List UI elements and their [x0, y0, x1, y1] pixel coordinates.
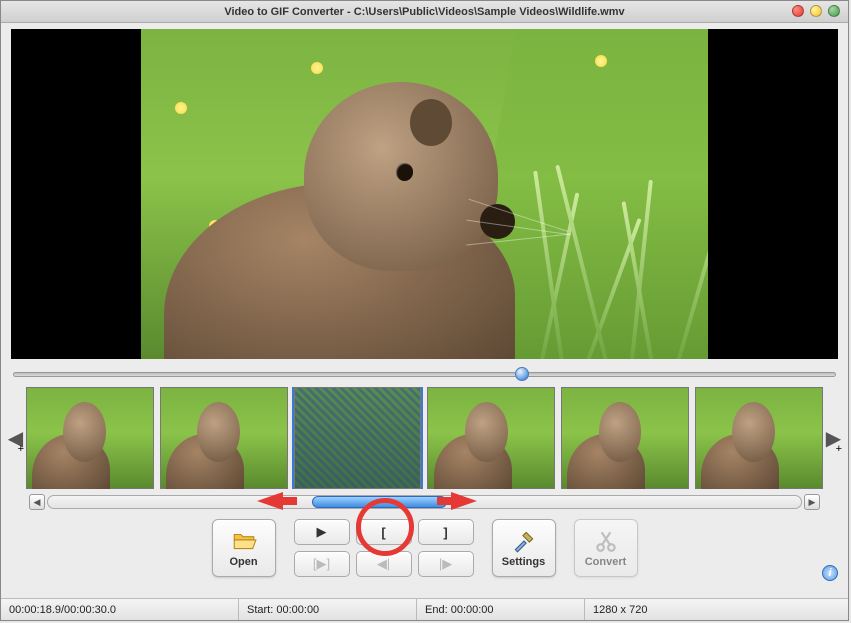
prev-frame-button[interactable]: ◀|	[356, 551, 412, 577]
preview-letterbox-right	[708, 29, 838, 359]
minimize-window-button[interactable]	[810, 5, 822, 17]
mark-in-button[interactable]: [	[356, 519, 412, 545]
status-end: End: 00:00:00	[417, 599, 585, 620]
scroll-thumb[interactable]	[312, 496, 448, 508]
timeline-thumb[interactable]	[561, 387, 689, 489]
titlebar: Video to GIF Converter - C:\Users\Public…	[1, 1, 848, 23]
timeline-thumb[interactable]	[160, 387, 288, 489]
scroll-track[interactable]	[47, 495, 802, 509]
play-range-button[interactable]: [▶]	[294, 551, 350, 577]
timeline-scrollbar[interactable]: ◀ ▶	[29, 493, 820, 511]
open-label: Open	[229, 556, 257, 568]
convert-label: Convert	[585, 556, 627, 568]
timeline-thumbnails	[24, 387, 825, 489]
window-title: Video to GIF Converter - C:\Users\Public…	[224, 6, 624, 18]
next-frame-button[interactable]: |▶	[418, 551, 474, 577]
timeline-scroll-left[interactable]: ◀	[7, 387, 24, 489]
seek-bar[interactable]	[13, 365, 836, 383]
scroll-right-button[interactable]: ▶	[804, 494, 820, 510]
play-button[interactable]: ▶	[294, 519, 350, 545]
status-start: Start: 00:00:00	[239, 599, 417, 620]
tools-icon	[511, 528, 537, 554]
seek-track[interactable]	[13, 372, 836, 377]
preview-subject	[164, 82, 516, 359]
info-button[interactable]: i	[822, 565, 838, 581]
folder-open-icon	[231, 528, 257, 554]
status-resolution: 1280 x 720	[585, 599, 848, 620]
status-time: 00:00:18.9/00:00:30.0	[1, 599, 239, 620]
seek-thumb[interactable]	[515, 367, 529, 381]
settings-button[interactable]: Settings	[492, 519, 556, 577]
video-preview	[11, 29, 838, 359]
maximize-window-button[interactable]	[828, 5, 840, 17]
timeline: ◀ ▶	[7, 387, 842, 489]
close-window-button[interactable]	[792, 5, 804, 17]
preview-letterbox-left	[11, 29, 141, 359]
window-controls	[792, 5, 840, 17]
playback-buttons: ▶ [ ] [▶] ◀| |▶	[294, 519, 474, 577]
annotation-arrow-left	[257, 491, 297, 511]
convert-button[interactable]: Convert	[574, 519, 638, 577]
annotation-arrow-right	[437, 491, 477, 511]
mark-out-button[interactable]: ]	[418, 519, 474, 545]
timeline-thumb[interactable]	[427, 387, 555, 489]
app-window: Video to GIF Converter - C:\Users\Public…	[0, 0, 849, 621]
timeline-scroll-right[interactable]: ▶	[825, 387, 842, 489]
settings-label: Settings	[502, 556, 545, 568]
timeline-thumb[interactable]	[26, 387, 154, 489]
open-button[interactable]: Open	[212, 519, 276, 577]
status-bar: 00:00:18.9/00:00:30.0 Start: 00:00:00 En…	[1, 598, 848, 620]
controls-panel: Open ▶ [ ] [▶] ◀| |▶ Settings Convert	[1, 519, 848, 585]
scroll-left-button[interactable]: ◀	[29, 494, 45, 510]
preview-frame	[141, 29, 708, 359]
timeline-thumb[interactable]	[695, 387, 823, 489]
timeline-thumb[interactable]	[294, 387, 422, 489]
scissors-icon	[593, 528, 619, 554]
